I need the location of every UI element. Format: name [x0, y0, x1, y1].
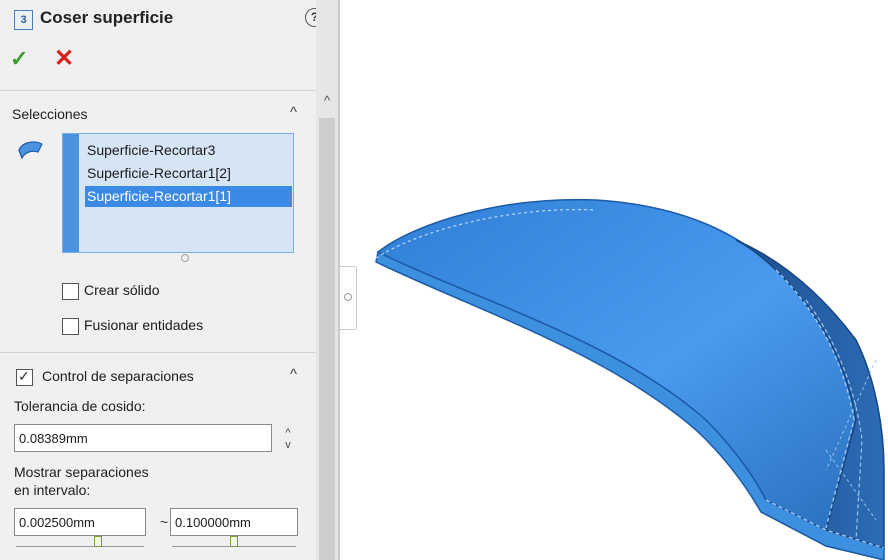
- merge-entities-checkbox[interactable]: [62, 318, 79, 335]
- gap-range-label: Mostrar separaciones: [14, 464, 149, 480]
- graphics-viewport[interactable]: [356, 0, 888, 560]
- selection-list-item[interactable]: Superficie-Recortar1[2]: [85, 163, 292, 184]
- gap-range-max-input[interactable]: 0.100000mm: [170, 508, 298, 536]
- panel-splitter-handle[interactable]: [340, 266, 357, 330]
- divider: [0, 352, 316, 353]
- knit-surface-icon: 3: [14, 10, 33, 30]
- gap-range-max-slider[interactable]: [172, 536, 296, 547]
- selection-list-item[interactable]: Superficie-Recortar3: [85, 140, 292, 161]
- surface-selection-icon: [18, 141, 43, 160]
- min-slider-thumb[interactable]: [94, 536, 102, 547]
- range-separator: ~: [160, 514, 169, 530]
- selection-list-item-selected[interactable]: Superficie-Recortar1[1]: [85, 186, 292, 207]
- gap-range-min-slider[interactable]: [16, 536, 144, 547]
- selections-section-title: Selecciones: [12, 106, 88, 122]
- selection-list-active-bar: [63, 134, 79, 252]
- tolerance-spinner[interactable]: ^ v: [281, 427, 295, 453]
- max-slider-thumb[interactable]: [230, 536, 238, 547]
- scrollbar-thumb[interactable]: [319, 118, 335, 560]
- ok-button[interactable]: ✓: [10, 46, 28, 72]
- merge-entities-label: Fusionar entidades: [84, 317, 204, 333]
- panel-header: 3 Coser superficie ?: [12, 8, 332, 34]
- knit-surface-model[interactable]: [375, 198, 885, 560]
- tolerance-label: Tolerancia de cosido:: [14, 398, 146, 414]
- panel-title: Coser superficie: [40, 8, 174, 27]
- gap-range-label-line2: en intervalo:: [14, 482, 91, 498]
- create-solid-checkbox[interactable]: [62, 283, 79, 300]
- tolerance-input[interactable]: 0.08389mm: [14, 424, 272, 452]
- gap-control-checkbox[interactable]: [16, 368, 33, 386]
- gap-control-collapse-button[interactable]: ^: [290, 366, 297, 383]
- selections-collapse-button[interactable]: ^: [290, 104, 297, 121]
- create-solid-label: Crear sólido: [84, 282, 160, 298]
- spinner-up-icon[interactable]: ^: [281, 427, 295, 439]
- splitter-grip-icon: [344, 293, 352, 301]
- panel-scrollbar[interactable]: ^: [316, 0, 338, 560]
- spinner-down-icon[interactable]: v: [281, 439, 295, 451]
- gap-range-min-input[interactable]: 0.002500mm: [14, 508, 146, 536]
- cancel-button[interactable]: ✕: [54, 44, 74, 73]
- divider: [0, 90, 316, 91]
- scroll-up-icon[interactable]: ^: [320, 94, 334, 108]
- gap-control-section-title: Control de separaciones: [42, 368, 194, 384]
- property-manager-panel: 3 Coser superficie ? ✓ ✕ Selecciones ^ S…: [0, 0, 324, 560]
- selection-list[interactable]: Superficie-Recortar3 Superficie-Recortar…: [62, 133, 294, 253]
- list-resize-handle[interactable]: [181, 254, 189, 262]
